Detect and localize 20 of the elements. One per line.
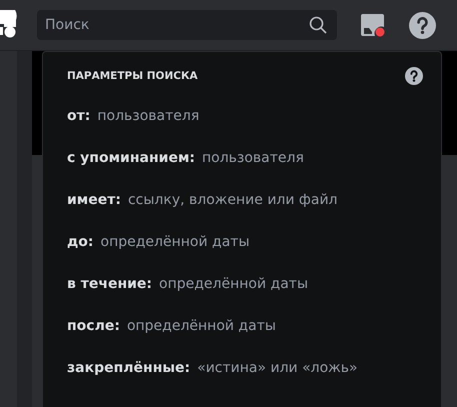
option-key[interactable]: до:	[67, 234, 94, 250]
option-hint: определённой даты	[159, 276, 308, 292]
search-icon	[309, 16, 327, 34]
help-icon[interactable]	[409, 12, 436, 38]
option-key[interactable]: с упоминанием:	[67, 150, 195, 166]
option-hint: ссылку, вложение или файл	[128, 192, 338, 208]
option-key[interactable]: закреплённые:	[67, 360, 190, 376]
inbox-icon[interactable]	[360, 12, 386, 38]
search-field[interactable]: Поиск	[37, 10, 337, 40]
option-key[interactable]: в течение:	[67, 276, 152, 292]
option-hint: определённой даты	[126, 318, 276, 334]
option-key[interactable]: после:	[67, 318, 120, 334]
option-hint: «истина» или «ложь»	[197, 360, 358, 376]
option-hint: пользователя	[97, 108, 200, 124]
popup-title: ПАРАМЕТРЫ ПОИСКА	[67, 70, 198, 82]
option-key[interactable]: от:	[67, 108, 90, 124]
help-icon[interactable]	[405, 67, 423, 85]
option-key[interactable]: имеет:	[67, 192, 121, 208]
option-hint: определённой даты	[100, 234, 250, 250]
option-hint: пользователя	[202, 150, 304, 166]
